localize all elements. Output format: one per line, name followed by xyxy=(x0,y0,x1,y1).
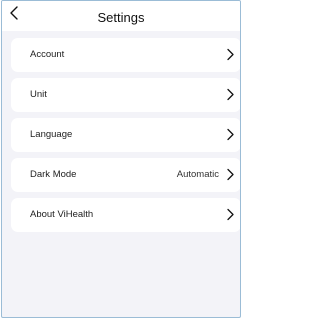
chevron-right-icon xyxy=(225,208,235,221)
settings-item-label: Dark Mode xyxy=(30,169,77,180)
dark-mode-value: Automatic xyxy=(176,169,219,180)
settings-item-dark-mode[interactable]: Dark Mode Automatic xyxy=(11,158,240,192)
settings-item-label: Language xyxy=(30,129,73,140)
chevron-right-icon xyxy=(225,48,235,61)
settings-item-about[interactable]: About ViHealth xyxy=(11,198,240,232)
settings-item-language[interactable]: Language xyxy=(11,118,240,152)
settings-item-account[interactable]: Account xyxy=(11,38,240,72)
header-bar: Settings xyxy=(2,1,240,31)
chevron-right-icon xyxy=(225,168,235,181)
chevron-right-icon xyxy=(225,88,235,101)
settings-item-unit[interactable]: Unit xyxy=(11,78,240,112)
settings-item-label: Unit xyxy=(30,89,47,100)
settings-list: Account Unit Language Dark Mode Automati… xyxy=(11,38,240,238)
settings-screen: Settings Account Unit Language Dark Mode… xyxy=(1,0,241,318)
settings-item-label: Account xyxy=(30,49,65,60)
page-title: Settings xyxy=(97,10,145,25)
chevron-right-icon xyxy=(225,128,235,141)
settings-item-label: About ViHealth xyxy=(30,209,94,220)
